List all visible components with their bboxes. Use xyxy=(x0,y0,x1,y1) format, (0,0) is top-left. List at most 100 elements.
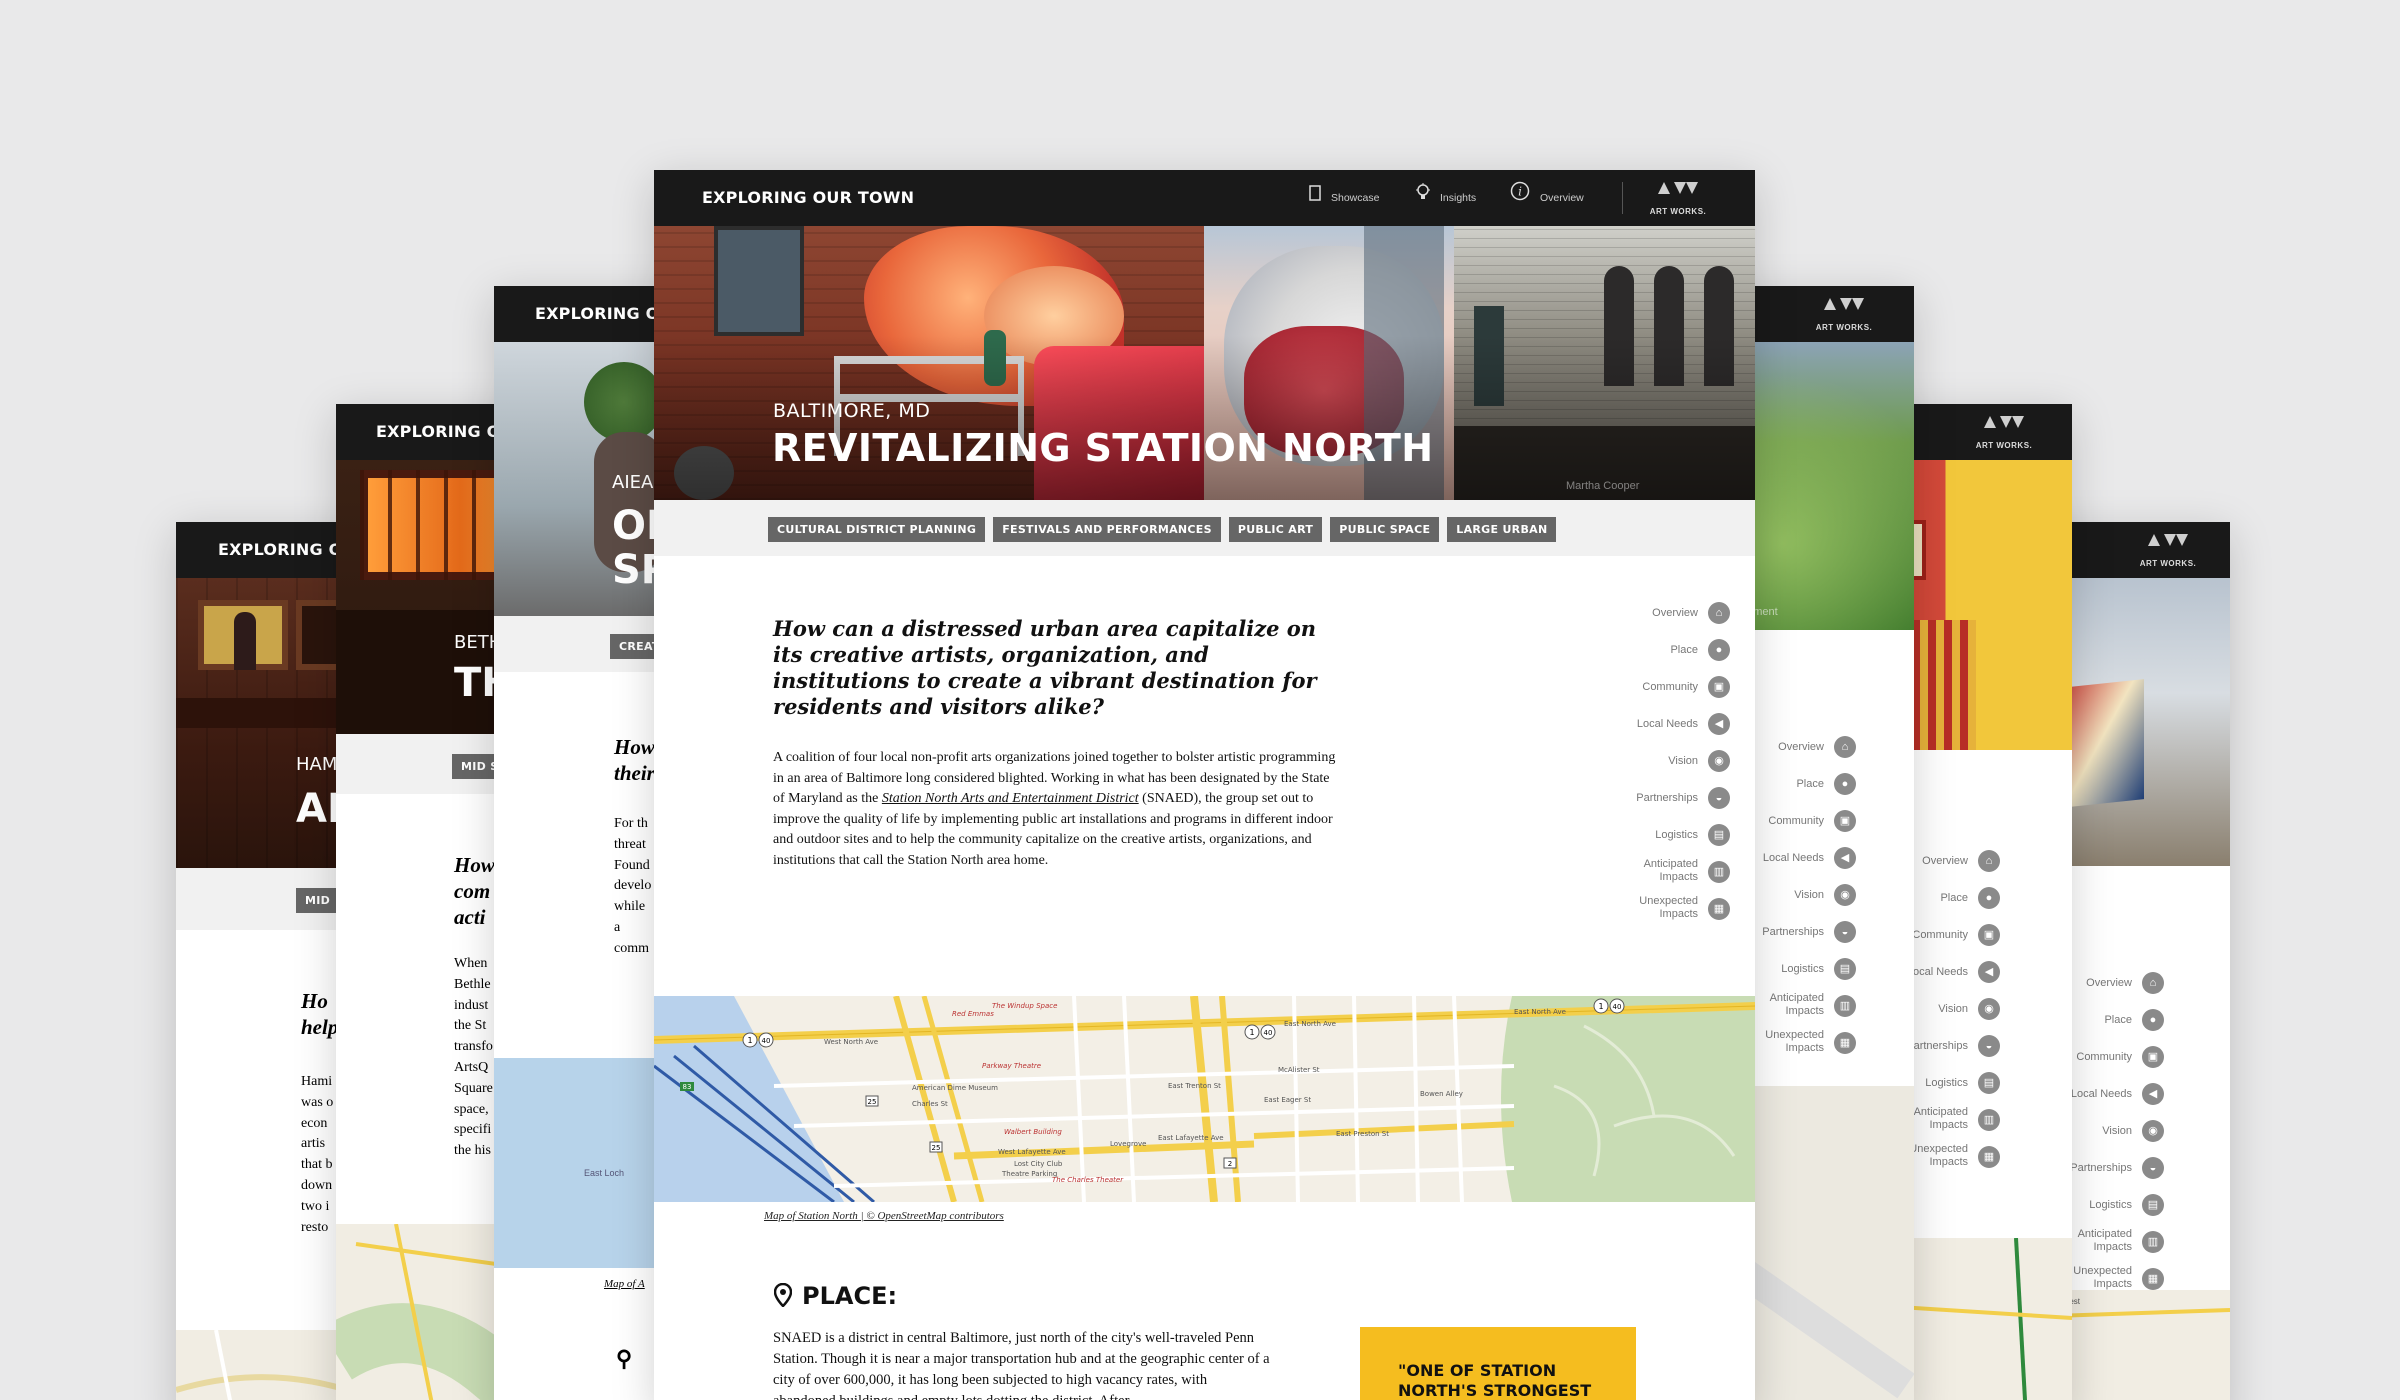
megaphone-icon: ◀ xyxy=(1834,847,1856,869)
tag-festivals-and-performances[interactable]: FESTIVALS AND PERFORMANCES xyxy=(993,517,1221,542)
bar-chart-icon: ▥ xyxy=(1834,995,1856,1017)
art-works-logo[interactable]: ART WORKS. xyxy=(2138,532,2198,568)
art-works-logo[interactable]: ART WORKS. xyxy=(1648,180,1708,216)
svg-text:i: i xyxy=(1518,185,1522,199)
hero-title: AI xyxy=(296,786,342,832)
section-nav-item-unexpected-impacts[interactable]: Unexpected Impacts ▦ xyxy=(1454,895,1730,935)
section-nav-item-logistics[interactable]: Logistics ▤ xyxy=(1454,824,1730,861)
map-caption[interactable]: Map of A xyxy=(604,1278,645,1290)
nav-divider xyxy=(1622,182,1623,214)
street-label: Lovegrove xyxy=(1110,1140,1146,1148)
handshake-icon: ◒ xyxy=(2142,1157,2164,1179)
place-pin-icon: ⚲ xyxy=(616,1346,633,1371)
intro-text: Hami was o econ artis that b down two i … xyxy=(301,1074,334,1235)
poi-label: Parkway Theatre xyxy=(982,1062,1041,1070)
poi-label: Theatre Parking xyxy=(1001,1170,1057,1178)
hero-title: REVITALIZING STATION NORTH xyxy=(772,426,1434,470)
community-icon: ▣ xyxy=(1708,676,1730,698)
street-label: East Lafayette Ave xyxy=(1158,1134,1224,1142)
pin-icon: ● xyxy=(1708,639,1730,661)
pin-icon: ● xyxy=(1834,773,1856,795)
section-nav-item-vision[interactable]: Vision ◉ xyxy=(1454,750,1730,787)
tag-large-urban[interactable]: LARGE URBAN xyxy=(1447,517,1557,542)
eye-icon: ◉ xyxy=(2142,1120,2164,1142)
route-marker: 1 xyxy=(1249,1028,1254,1037)
hero-location: HAM xyxy=(296,754,338,775)
home-icon: ⌂ xyxy=(1978,850,2000,872)
hero-location: AIEA, xyxy=(612,472,660,493)
nav-showcase[interactable]: Showcase xyxy=(1309,170,1379,226)
bar-chart-icon: ▥ xyxy=(1978,1109,2000,1131)
handshake-icon: ◒ xyxy=(1834,921,1856,943)
map-label: East Loch xyxy=(584,1168,625,1178)
route-marker: 40 xyxy=(1613,1003,1622,1011)
section-nav-item-overview[interactable]: Overview ⌂ xyxy=(1454,602,1730,639)
megaphone-icon: ◀ xyxy=(2142,1083,2164,1105)
district-map[interactable]: 1 40 1 40 1 40 83 25 25 2 East North Ave… xyxy=(654,996,1755,1202)
clipboard-icon: ▤ xyxy=(2142,1194,2164,1216)
eye-icon: ◉ xyxy=(1708,750,1730,772)
section-nav-item-community[interactable]: Community ▣ xyxy=(1454,676,1730,713)
home-icon: ⌂ xyxy=(1708,602,1730,624)
intro-text: For th threat Found develo while a comm xyxy=(614,816,652,956)
tag-public-art[interactable]: PUBLIC ART xyxy=(1228,517,1323,542)
section-nav-item-partnerships[interactable]: Partnerships ◒ xyxy=(1454,787,1730,824)
map-caption[interactable]: Map of Station North | © OpenStreetMap c… xyxy=(764,1210,1004,1222)
bar-chart-icon: ▥ xyxy=(1708,861,1730,883)
bar-chart-icon: ▥ xyxy=(2142,1231,2164,1253)
street-label: Charles St xyxy=(912,1100,948,1108)
section-nav-item-local-needs[interactable]: Local Needs ◀ xyxy=(1454,713,1730,750)
handshake-icon: ◒ xyxy=(1978,1035,2000,1057)
route-marker: 1 xyxy=(747,1036,752,1045)
eye-icon: ◉ xyxy=(1834,884,1856,906)
clipboard-icon: ▤ xyxy=(1978,1072,2000,1094)
tag-public-space[interactable]: PUBLIC SPACE xyxy=(1330,517,1440,542)
route-marker: 40 xyxy=(762,1037,771,1045)
street-label: West Lafayette Ave xyxy=(998,1148,1066,1156)
hero-image: BALTIMORE, MD REVITALIZING STATION NORTH… xyxy=(654,226,1755,500)
tag[interactable]: MID xyxy=(296,888,340,913)
tags-bar: CULTURAL DISTRICT PLANNING FESTIVALS AND … xyxy=(654,500,1755,556)
bar-chart-down-icon: ▦ xyxy=(1708,898,1730,920)
hero-title: OL SP xyxy=(612,503,672,593)
lead-question: How can a distressed urban area capitali… xyxy=(773,616,1317,719)
route-marker: 83 xyxy=(683,1083,692,1091)
street-label: West North Ave xyxy=(824,1038,878,1046)
brand-title[interactable]: EXPLORING OUR TOWN xyxy=(702,170,914,226)
poi-label: Red Emmas xyxy=(952,1010,994,1018)
art-works-logo[interactable]: ART WORKS. xyxy=(1814,296,1874,332)
main-case-study-card: EXPLORING OUR TOWN Showcase Insights i Ov… xyxy=(654,170,1755,1400)
section-nav-item-place[interactable]: Place ● xyxy=(1454,639,1730,676)
section-nav-item-anticipated-impacts[interactable]: Anticipated Impacts ▥ xyxy=(1454,858,1730,898)
place-heading: PLACE: xyxy=(773,1282,897,1310)
info-icon: i xyxy=(1510,170,1530,226)
bar-chart-down-icon: ▦ xyxy=(1978,1146,2000,1168)
clipboard-icon: ▤ xyxy=(1708,824,1730,846)
nav-overview[interactable]: i Overview xyxy=(1510,170,1584,226)
handshake-icon: ◒ xyxy=(1708,787,1730,809)
poi-label: The Windup Space xyxy=(992,1002,1057,1010)
street-label: East North Ave xyxy=(1514,1008,1566,1016)
tag-cultural-district-planning[interactable]: CULTURAL DISTRICT PLANNING xyxy=(768,517,986,542)
street-label: East Trenton St xyxy=(1168,1082,1221,1090)
street-label: East North Ave xyxy=(1284,1020,1336,1028)
nav-insights[interactable]: Insights xyxy=(1416,170,1476,226)
art-works-logo[interactable]: ART WORKS. xyxy=(1974,414,2034,450)
bookmark-icon xyxy=(1309,170,1321,226)
district-link[interactable]: Station North Arts and Entertainment Dis… xyxy=(882,791,1139,806)
window-figure xyxy=(198,600,288,670)
pull-quote: "ONE OF STATION NORTH'S STRONGEST ASSETS… xyxy=(1360,1327,1636,1400)
section-nav: Overview ⌂ Place ● Community ▣ Local Needs ◀ Vis… xyxy=(1454,602,1730,935)
bar-chart-down-icon: ▦ xyxy=(2142,1268,2164,1290)
poi-label: The Charles Theater xyxy=(1052,1176,1124,1184)
pin-icon: ● xyxy=(1978,887,2000,909)
place-text: SNAED is a district in central Baltimore… xyxy=(773,1330,1270,1400)
community-icon: ▣ xyxy=(1834,810,1856,832)
photo-credit: Martha Cooper xyxy=(1566,480,1640,492)
route-marker: 25 xyxy=(932,1144,941,1152)
street-label: East Preston St xyxy=(1336,1130,1389,1138)
intro-text: A coalition of four local non-profit art… xyxy=(773,750,1336,868)
community-icon: ▣ xyxy=(1978,924,2000,946)
eye-icon: ◉ xyxy=(1978,998,2000,1020)
community-icon: ▣ xyxy=(2142,1046,2164,1068)
